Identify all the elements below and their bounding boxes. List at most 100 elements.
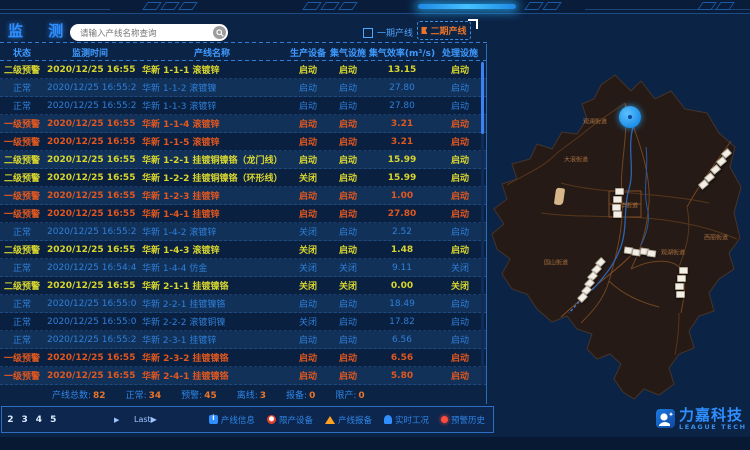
table-row[interactable]: 一级预警 2020/12/25 16:55:24 华新 1-4-1 挂镀锌 启动… <box>0 205 486 223</box>
phase1-checkbox[interactable] <box>363 28 373 38</box>
table-header-cell: 集气效率(m³/s) <box>368 46 436 59</box>
table-row[interactable]: 一级预警 2020/12/25 16:55:24 华新 2-4-1 挂镀镍铬 启… <box>0 367 486 385</box>
production-device-cell: 启动 <box>288 99 328 112</box>
gas-efficiency-cell: 5.80 <box>368 371 436 381</box>
station-marker[interactable] <box>675 283 684 290</box>
status-cell: 一级预警 <box>0 117 44 130</box>
status-cell: 一级预警 <box>0 351 44 364</box>
line-name-cell: 华新 1-1-5 滚镀锌 <box>136 135 288 148</box>
decor-shape <box>524 2 544 10</box>
page-number[interactable]: 5 <box>50 415 56 425</box>
legend-item[interactable]: 实时工况 <box>384 414 429 426</box>
station-marker[interactable] <box>613 196 622 203</box>
table-row[interactable]: 一级预警 2020/12/25 16:55:24 华新 1-2-3 挂镀锌 启动… <box>0 187 486 205</box>
table-row[interactable]: 二级预警 2020/12/25 16:55:24 华新 1-1-1 滚镀锌 启动… <box>0 61 486 79</box>
page-number[interactable]: 3 <box>22 415 28 425</box>
station-marker[interactable] <box>676 291 685 298</box>
time-cell: 2020/12/25 16:55:04 <box>44 317 136 327</box>
station-marker[interactable] <box>613 211 622 218</box>
legend-item[interactable]: 产线报备 <box>325 414 372 426</box>
treatment-facility-cell: 启动 <box>436 207 484 220</box>
search-button[interactable] <box>213 26 226 39</box>
map-area-label: 观湖街道 <box>661 248 685 257</box>
time-cell: 2020/12/25 16:55:24 <box>44 65 136 75</box>
legend-label: 预警历史 <box>451 414 485 426</box>
search-input[interactable] <box>78 25 210 42</box>
table-row[interactable]: 二级预警 2020/12/25 16:55:04 华新 1-4-3 滚镀锌 关闭… <box>0 241 486 259</box>
station-marker[interactable] <box>615 188 624 195</box>
summary-value: 0 <box>358 391 364 401</box>
summary-label: 预警: <box>181 391 202 401</box>
phase2-button[interactable]: 二期产线 <box>417 21 471 40</box>
table-header-cell: 状态 <box>0 46 44 59</box>
table-row[interactable]: 一级预警 2020/12/25 16:55:24 华新 2-3-2 挂镀镍铬 启… <box>0 349 486 367</box>
gas-facility-cell: 启动 <box>328 81 368 94</box>
decor-glow-bar <box>418 4 516 9</box>
production-device-cell: 启动 <box>288 189 328 202</box>
gas-efficiency-cell: 0.00 <box>368 281 436 291</box>
legend-icon <box>325 416 335 424</box>
page-title: 监 测 <box>8 20 73 41</box>
legend-label: 实时工况 <box>395 414 429 426</box>
line-name-cell: 华新 1-4-3 滚镀锌 <box>136 243 288 256</box>
station-marker[interactable] <box>647 249 657 257</box>
table-row[interactable]: 正常 2020/12/25 16:55:24 华新 1-4-2 滚镀锌 关闭 启… <box>0 223 486 241</box>
table-header-cell: 集气设施 <box>328 46 368 59</box>
gas-efficiency-cell: 27.80 <box>368 101 436 111</box>
table-row[interactable]: 一级预警 2020/12/25 16:55:24 华新 1-1-5 滚镀锌 启动… <box>0 133 486 151</box>
phase2-flag-icon <box>421 27 427 34</box>
table-row[interactable]: 一级预警 2020/12/25 16:55:24 华新 1-1-4 滚镀锌 启动… <box>0 115 486 133</box>
bottom-bar: 1 2 3 4 5 ▶ Last▶ 产线信息 限产设备 <box>1 406 494 433</box>
page-number[interactable]: 4 <box>36 415 42 425</box>
status-cell: 一级预警 <box>0 207 44 220</box>
table-row[interactable]: 正常 2020/12/25 16:55:04 华新 2-2-2 滚镀铜镍 关闭 … <box>0 313 486 331</box>
district-map[interactable]: 观澜街道 大浪街道 龙华街道 园山街道 观湖街道 西丽街道 <box>483 55 750 400</box>
gas-facility-cell: 启动 <box>328 225 368 238</box>
next-page-button[interactable]: ▶ <box>114 416 119 424</box>
table-row[interactable]: 正常 2020/12/25 16:54:44 华新 1-4-4 仿金 关闭 关闭… <box>0 259 486 277</box>
legend-icon <box>384 415 392 424</box>
production-device-cell: 关闭 <box>288 279 328 292</box>
production-device-cell: 关闭 <box>288 225 328 238</box>
time-cell: 2020/12/25 16:55:24 <box>44 335 136 345</box>
table-row[interactable]: 正常 2020/12/25 16:55:24 华新 2-3-1 挂镀锌 启动 启… <box>0 331 486 349</box>
table-row[interactable]: 正常 2020/12/25 16:55:24 华新 1-1-2 滚镀镍 启动 启… <box>0 79 486 97</box>
table-row[interactable]: 二级预警 2020/12/25 16:55:04 华新 1-2-1 挂镀铜镍铬（… <box>0 151 486 169</box>
summary-item: 产线总数:82 <box>52 388 106 401</box>
table-row[interactable]: 二级预警 2020/12/25 16:55:24 华新 1-2-2 挂镀铜镍铬（… <box>0 169 486 187</box>
summary-label: 产线总数: <box>52 391 91 401</box>
table-row[interactable]: 二级预警 2020/12/25 16:55:24 华新 2-1-1 挂镀镍铬 关… <box>0 277 486 295</box>
production-device-cell: 启动 <box>288 81 328 94</box>
station-marker[interactable] <box>677 275 686 282</box>
legend-item[interactable]: 限产设备 <box>267 414 313 426</box>
gas-efficiency-cell: 15.99 <box>368 155 436 165</box>
line-name-cell: 华新 2-3-1 挂镀锌 <box>136 333 288 346</box>
status-cell: 二级预警 <box>0 153 44 166</box>
search-box[interactable] <box>70 24 228 41</box>
time-cell: 2020/12/25 16:55:04 <box>44 155 136 165</box>
station-marker[interactable] <box>612 204 621 211</box>
map-area-label: 园山街道 <box>544 258 568 267</box>
treatment-facility-cell: 启动 <box>436 297 484 310</box>
treatment-facility-cell: 关闭 <box>436 261 484 274</box>
time-cell: 2020/12/25 16:55:24 <box>44 137 136 147</box>
legend-item[interactable]: 产线信息 <box>209 414 255 426</box>
treatment-facility-cell: 启动 <box>436 117 484 130</box>
decor-shape <box>542 2 562 10</box>
line-name-cell: 华新 1-4-4 仿金 <box>136 261 288 274</box>
line-name-cell: 华新 2-3-2 挂镀镍铬 <box>136 351 288 364</box>
page-number[interactable]: 2 <box>7 415 13 425</box>
table-row[interactable]: 正常 2020/12/25 16:55:04 华新 2-2-1 挂镀镍铬 启动 … <box>0 295 486 313</box>
status-cell: 正常 <box>0 297 44 310</box>
last-page-button[interactable]: Last▶ <box>134 415 157 424</box>
phase1-toggle[interactable]: 一期产线 <box>363 26 413 39</box>
gas-facility-cell: 关闭 <box>328 261 368 274</box>
table-header-cell: 处理设施 <box>436 46 484 59</box>
line-name-cell: 华新 1-2-3 挂镀锌 <box>136 189 288 202</box>
gas-efficiency-cell: 13.15 <box>368 65 436 75</box>
time-cell: 2020/12/25 16:55:24 <box>44 353 136 363</box>
station-marker[interactable] <box>679 267 688 274</box>
table-row[interactable]: 正常 2020/12/25 16:55:24 华新 1-1-3 滚镀锌 启动 启… <box>0 97 486 115</box>
selected-station-marker[interactable] <box>619 106 641 128</box>
legend-item[interactable]: 预警历史 <box>441 414 485 426</box>
